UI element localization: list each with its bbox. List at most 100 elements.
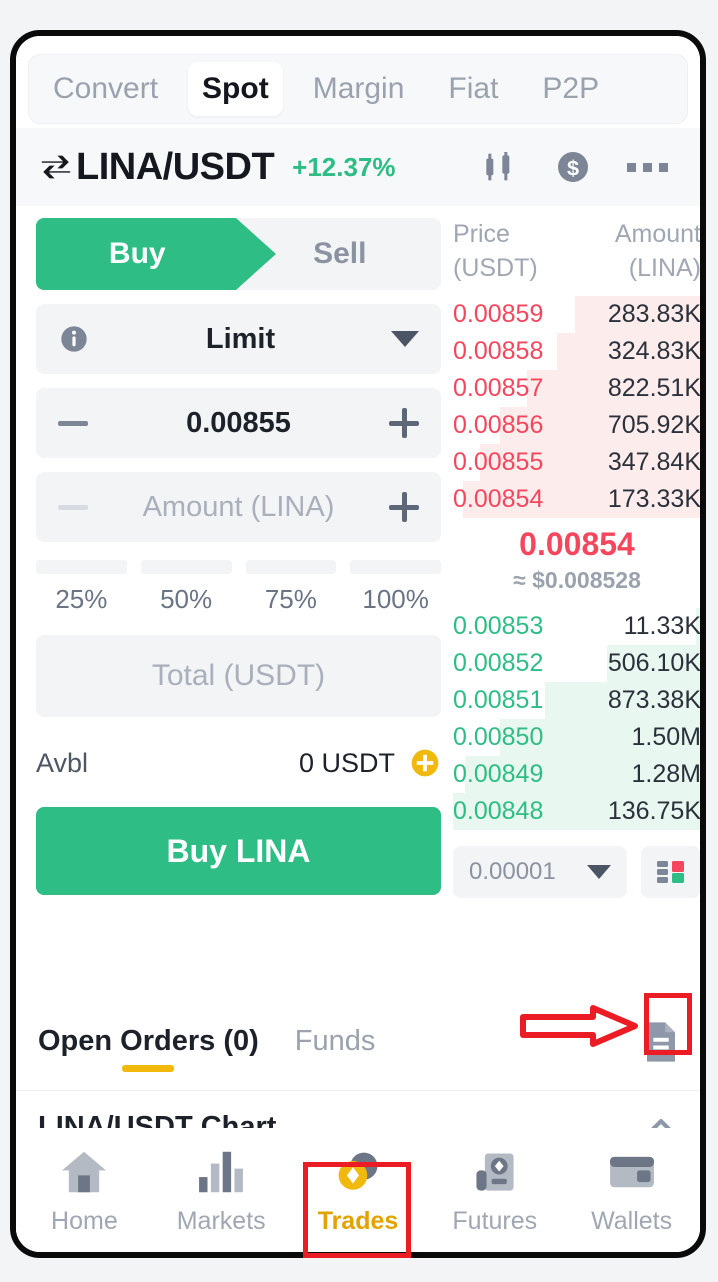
more-options-icon[interactable] — [627, 162, 668, 172]
order-book-amount: 283.83K — [607, 299, 701, 328]
sell-tab[interactable]: Sell — [239, 218, 442, 290]
pair-title[interactable]: LINA/USDT — [76, 146, 275, 189]
tab-convert[interactable]: Convert — [39, 62, 172, 116]
bid-rows: 0.00853 11.33K 0.00852 506.10K 0.00851 873.38… — [453, 607, 701, 830]
order-book: Price (USDT) Amount (LINA) 0.00859 283.83… — [453, 218, 701, 898]
order-book-row[interactable]: 0.00858 324.83K — [453, 332, 701, 370]
order-type-select[interactable]: Limit — [36, 304, 441, 374]
order-book-header: Price (USDT) Amount (LINA) — [453, 218, 701, 286]
order-book-row[interactable]: 0.00849 1.28M — [453, 755, 701, 793]
order-book-price: 0.00848 — [453, 796, 544, 825]
order-book-amount: 873.38K — [607, 685, 701, 714]
amount-decrement-button[interactable] — [58, 504, 88, 510]
trades-coins-icon — [338, 1152, 378, 1190]
tab-p2p[interactable]: P2P — [528, 62, 613, 116]
order-book-row[interactable]: 0.00854 173.33K — [453, 480, 700, 518]
price-decrement-button[interactable] — [58, 420, 88, 426]
tick-size-value: 0.00001 — [469, 857, 556, 885]
document-icon — [647, 1022, 675, 1062]
tab-margin[interactable]: Margin — [299, 62, 419, 116]
nav-label-futures: Futures — [452, 1206, 538, 1235]
dollar-circle-icon[interactable]: $ — [553, 147, 593, 187]
percent-label: 25% — [55, 584, 108, 614]
percent-option-25[interactable]: 25% — [36, 560, 127, 615]
order-book-price: 0.00856 — [453, 410, 544, 439]
order-history-button[interactable] — [644, 1021, 678, 1063]
amount-header-label: Amount — [614, 220, 701, 248]
book-layout-button[interactable] — [641, 845, 700, 898]
total-input[interactable]: Total (USDT) — [36, 635, 441, 717]
bottom-navigation: Home Markets Trades Futures Wallets — [16, 1128, 700, 1252]
percent-bar — [245, 560, 337, 574]
order-book-row[interactable]: 0.00851 873.38K — [453, 681, 701, 719]
nav-item-futures[interactable]: Futures — [426, 1145, 563, 1236]
pair-header: LINA/USDT +12.37% $ — [16, 128, 700, 206]
price-header-label: Price — [453, 220, 510, 248]
tab-fiat[interactable]: Fiat — [434, 62, 512, 116]
percent-option-75[interactable]: 75% — [245, 560, 337, 615]
chevron-down-icon[interactable] — [391, 331, 419, 347]
order-book-amount: 506.10K — [607, 648, 701, 677]
candlestick-chart-icon[interactable] — [479, 147, 519, 187]
order-book-price-header: Price (USDT) — [453, 218, 538, 286]
order-book-price: 0.00858 — [453, 336, 544, 365]
order-book-amount-header: Amount (LINA) — [614, 218, 701, 286]
tick-size-select[interactable]: 0.00001 — [453, 845, 627, 898]
nav-item-markets[interactable]: Markets — [153, 1145, 290, 1236]
submit-buy-button[interactable]: Buy LINA — [36, 807, 441, 895]
buy-sell-toggle: Buy Sell — [36, 218, 441, 290]
order-book-row[interactable]: 0.00859 283.83K — [453, 295, 701, 333]
percent-option-50[interactable]: 50% — [140, 560, 232, 615]
percent-bar — [140, 560, 232, 574]
mid-price-block: 0.00854 ≈ $0.008528 — [453, 518, 700, 598]
chevron-down-icon[interactable] — [587, 864, 611, 879]
wallet-icon — [609, 1156, 654, 1187]
header-icon-group: $ — [479, 147, 678, 187]
available-label: Avbl — [36, 747, 89, 778]
funds-label: Funds — [294, 1025, 376, 1057]
order-book-amount: 1.28M — [631, 759, 701, 788]
order-book-row[interactable]: 0.00856 705.92K — [453, 406, 700, 444]
order-book-price: 0.00850 — [453, 722, 544, 751]
plus-circle-icon[interactable] — [409, 747, 441, 779]
order-book-amount: 11.33K — [623, 611, 701, 640]
price-increment-button[interactable] — [389, 408, 419, 438]
order-book-amount: 822.51K — [607, 373, 701, 402]
amount-stepper[interactable]: Amount (LINA) — [36, 472, 441, 542]
order-book-amount: 347.84K — [607, 447, 701, 476]
svg-text:$: $ — [567, 156, 579, 181]
tab-funds[interactable]: Funds — [295, 1011, 376, 1058]
info-icon[interactable] — [58, 323, 90, 355]
order-book-row[interactable]: 0.00850 1.50M — [453, 718, 700, 756]
order-book-row[interactable]: 0.00855 347.84K — [453, 443, 701, 481]
amount-increment-button[interactable] — [389, 492, 419, 522]
percent-label: 50% — [160, 584, 213, 614]
order-book-price: 0.00855 — [453, 447, 544, 476]
percent-option-100[interactable]: 100% — [350, 560, 441, 615]
nav-item-trades[interactable]: Trades — [290, 1145, 427, 1236]
order-form: Buy Sell Limit 0.00855 Amount (LINA) 25%… — [36, 218, 441, 895]
tab-open-orders[interactable]: Open Orders (0) — [38, 1011, 259, 1072]
price-stepper[interactable]: 0.00855 — [36, 388, 441, 458]
nav-item-home[interactable]: Home — [16, 1145, 153, 1236]
nav-item-wallets[interactable]: Wallets — [563, 1145, 700, 1236]
price-header-unit: (USDT) — [453, 253, 538, 282]
order-book-row[interactable]: 0.00852 506.10K — [453, 644, 701, 682]
book-layout-icon — [657, 860, 684, 883]
orders-section: Open Orders (0) Funds — [16, 1011, 700, 1091]
phone-frame: Convert Spot Margin Fiat P2P LINA/USDT +… — [10, 30, 706, 1258]
order-book-amount: 324.83K — [607, 336, 701, 365]
available-value: 0 USDT — [298, 747, 395, 778]
order-book-row[interactable]: 0.00848 136.75K — [453, 792, 700, 830]
swap-arrows-icon[interactable] — [38, 150, 74, 184]
bar-chart-icon — [199, 1151, 244, 1192]
order-type-value: Limit — [205, 322, 276, 355]
order-book-row[interactable]: 0.00857 822.51K — [453, 369, 701, 407]
order-book-row[interactable]: 0.00853 11.33K — [453, 607, 701, 645]
percent-label: 100% — [362, 584, 429, 614]
buy-tab[interactable]: Buy — [36, 218, 239, 290]
top-tab-bar: Convert Spot Margin Fiat P2P — [28, 54, 688, 124]
amount-input[interactable]: Amount (LINA) — [88, 491, 389, 524]
tab-spot[interactable]: Spot — [188, 62, 283, 116]
price-input[interactable]: 0.00855 — [88, 407, 389, 440]
